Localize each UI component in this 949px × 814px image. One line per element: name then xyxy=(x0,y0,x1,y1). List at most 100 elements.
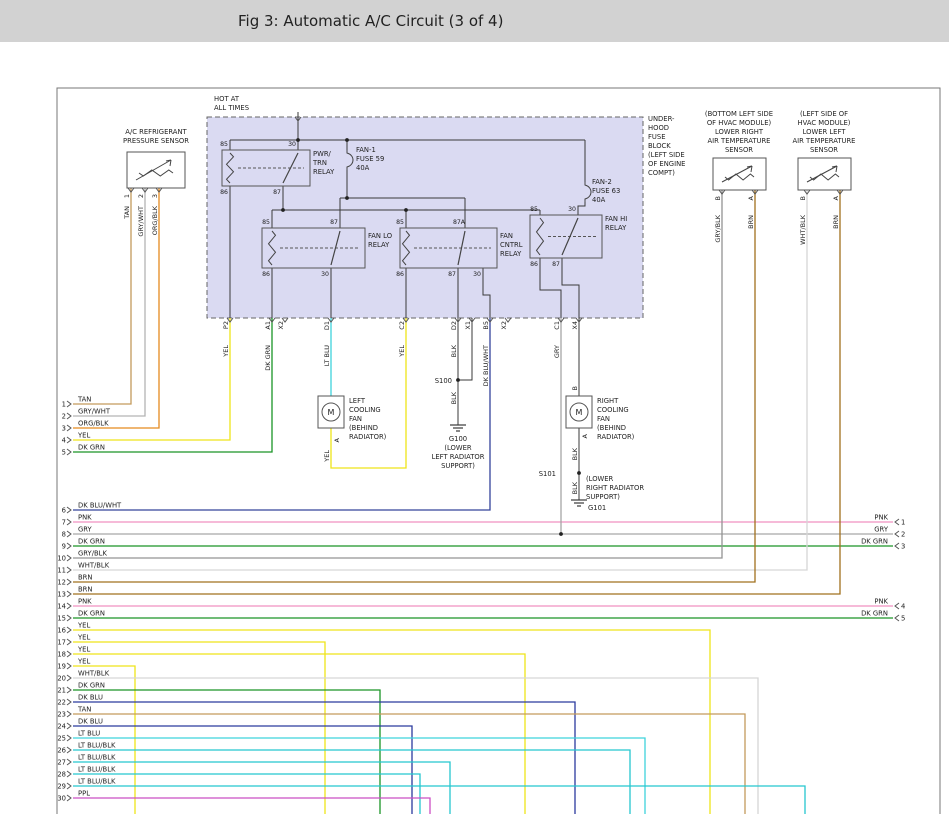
right-pin-number: 5 xyxy=(901,615,905,623)
connector-icon xyxy=(67,699,71,705)
relay-label: PWR/ xyxy=(313,150,332,158)
rotated-wire-label: TAN xyxy=(123,206,131,220)
relay-pin-label: 85 xyxy=(262,219,270,226)
connector-icon xyxy=(895,603,899,609)
rotated-wire-label: D2 xyxy=(450,321,458,330)
left-pin-number: 11 xyxy=(57,567,66,575)
left-pin-wire-label: PPL xyxy=(78,790,90,798)
fan-label: RADIATOR) xyxy=(349,433,387,441)
connector-icon xyxy=(67,591,71,597)
fan-label: FAN xyxy=(349,415,362,423)
right-pin-wire-label: GRY xyxy=(874,526,889,534)
rotated-wire-label: YEL xyxy=(398,345,406,358)
rotated-wire-label: A xyxy=(333,437,341,442)
diagram-text: HOT AT xyxy=(214,95,240,103)
left-pin-wire-label: DK BLU/WHT xyxy=(78,502,122,510)
rotated-wire-label: LT BLU xyxy=(323,345,331,367)
wire xyxy=(331,318,406,468)
relay-label: RELAY xyxy=(313,168,335,176)
sensor-title: AIR TEMPERATURE xyxy=(708,137,771,145)
right-pin-wire-label: PNK xyxy=(874,514,888,522)
wire xyxy=(73,318,490,510)
left-pin-number: 3 xyxy=(62,425,66,433)
fuse-label: 40A xyxy=(356,164,370,172)
connector-icon xyxy=(67,687,71,693)
connector-icon xyxy=(67,771,71,777)
connector-icon xyxy=(67,723,71,729)
connector-icon xyxy=(67,627,71,633)
sensor-title: SENSOR xyxy=(725,146,753,154)
left-pin-wire-label: GRY xyxy=(78,526,93,534)
motor-m: M xyxy=(328,408,335,417)
rotated-wire-label: A xyxy=(747,195,755,200)
left-pin-wire-label: WHT/BLK xyxy=(78,562,110,570)
rotated-wire-label: DK GRN xyxy=(264,345,272,371)
left-pin-number: 8 xyxy=(62,531,66,539)
rotated-wire-label: 2 xyxy=(137,194,145,198)
rotated-wire-label: X1 xyxy=(464,321,472,330)
left-pin-wire-label: BRN xyxy=(78,574,92,582)
rotated-wire-label: B xyxy=(571,386,579,390)
relay-pin-label: 87 xyxy=(273,189,281,196)
left-pin-number: 18 xyxy=(57,651,66,659)
junction-dot xyxy=(345,138,349,142)
connector-icon xyxy=(895,543,899,549)
left-pin-number: 28 xyxy=(57,771,66,779)
fan-label: COOLING xyxy=(597,406,629,414)
left-pin-number: 7 xyxy=(62,519,66,527)
connector-icon xyxy=(67,567,71,573)
left-pin-number: 5 xyxy=(62,449,66,457)
left-pin-wire-label: YEL xyxy=(77,646,90,654)
fuse-block-label: UNDER- xyxy=(648,115,675,123)
rotated-wire-label: WHT/BLK xyxy=(799,214,807,245)
rotated-wire-label: C1 xyxy=(553,321,561,330)
left-pin-number: 20 xyxy=(57,675,66,683)
wire xyxy=(73,678,758,814)
fan-label: COOLING xyxy=(349,406,381,414)
left-pin-wire-label: GRY/BLK xyxy=(78,550,107,558)
left-pin-number: 10 xyxy=(57,555,66,563)
left-pin-number: 13 xyxy=(57,591,66,599)
connector-icon xyxy=(67,783,71,789)
left-pin-number: 25 xyxy=(57,735,66,743)
rotated-wire-label: C2 xyxy=(398,321,406,330)
connector-icon xyxy=(67,519,71,525)
figure-header: Fig 3: Automatic A/C Circuit (3 of 4) xyxy=(0,0,949,42)
fuse-block-label: COMPT) xyxy=(648,169,675,177)
left-pin-number: 29 xyxy=(57,783,66,791)
left-pin-wire-label: DK GRN xyxy=(78,444,105,452)
fuse-block-label: BLOCK xyxy=(648,142,671,150)
relay-pin-label: 85 xyxy=(220,141,228,148)
fan-label: (BEHIND xyxy=(349,424,378,432)
relay-pin-label: 30 xyxy=(473,271,481,278)
left-pin-wire-label: TAN xyxy=(77,396,91,404)
wire xyxy=(73,188,145,416)
relay-label: RELAY xyxy=(605,224,627,232)
left-pin-wire-label: YEL xyxy=(77,622,90,630)
rotated-wire-label: BRN xyxy=(832,215,840,229)
connector-icon xyxy=(67,747,71,753)
connector-icon xyxy=(67,639,71,645)
left-pin-number: 30 xyxy=(57,795,66,803)
diagram-text: G100 xyxy=(449,435,467,443)
relay-pin-label: 86 xyxy=(220,189,228,196)
right-pin-wire-label: PNK xyxy=(874,598,888,606)
connector-icon xyxy=(67,555,71,561)
left-pin-number: 17 xyxy=(57,639,66,647)
left-pin-wire-label: PNK xyxy=(78,598,92,606)
wire xyxy=(73,798,430,814)
relay-label: FAN LO xyxy=(368,232,392,240)
diagram-text: S100 xyxy=(435,377,452,385)
fuse-block-label: FUSE xyxy=(648,133,666,141)
relay-label: FAN HI xyxy=(605,215,627,223)
fuse-block-label: (LEFT SIDE xyxy=(648,151,685,159)
right-pin-number: 3 xyxy=(901,543,905,551)
relay-label: TRN xyxy=(312,159,327,167)
sensor-title: (BOTTOM LEFT SIDE xyxy=(705,110,773,118)
left-pin-number: 21 xyxy=(57,687,66,695)
left-pin-wire-label: DK BLU xyxy=(78,694,103,702)
left-pin-wire-label: LT BLU/BLK xyxy=(78,754,116,762)
left-pin-wire-label: YEL xyxy=(77,634,90,642)
connector-icon xyxy=(67,543,71,549)
relay-pin-label: 87 xyxy=(330,219,338,226)
